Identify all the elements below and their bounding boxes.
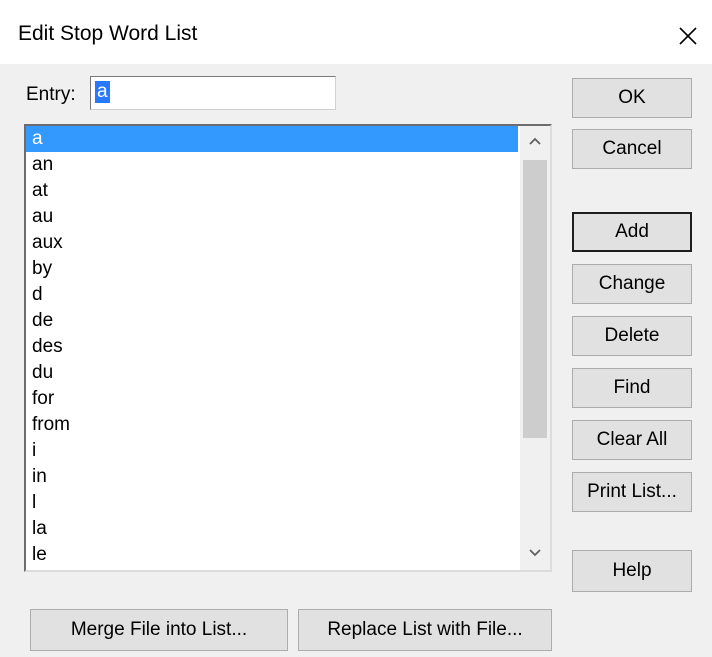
help-button[interactable]: Help bbox=[572, 550, 692, 592]
entry-value: a bbox=[95, 81, 110, 103]
list-item[interactable]: le bbox=[26, 542, 518, 568]
scroll-down-button[interactable] bbox=[520, 538, 550, 570]
list-item[interactable]: an bbox=[26, 152, 518, 178]
find-button[interactable]: Find bbox=[572, 368, 692, 408]
dialog-title: Edit Stop Word List bbox=[18, 22, 198, 45]
replace-list-button[interactable]: Replace List with File... bbox=[298, 609, 552, 651]
list-item[interactable]: i bbox=[26, 438, 518, 464]
close-icon bbox=[679, 27, 697, 45]
list-item[interactable]: au bbox=[26, 204, 518, 230]
list-item[interactable]: for bbox=[26, 386, 518, 412]
list-item[interactable]: by bbox=[26, 256, 518, 282]
list-item[interactable]: d bbox=[26, 282, 518, 308]
entry-field[interactable]: a bbox=[90, 76, 336, 110]
list-item[interactable]: a bbox=[26, 126, 518, 152]
list-item[interactable]: from bbox=[26, 412, 518, 438]
vertical-scrollbar[interactable] bbox=[520, 126, 550, 570]
edit-stop-word-list-dialog: Edit Stop Word List Entry: a a an at au aux b… bbox=[0, 0, 712, 657]
change-button[interactable]: Change bbox=[572, 264, 692, 304]
clear-all-button[interactable]: Clear All bbox=[572, 420, 692, 460]
stop-word-listbox[interactable]: a an at au aux by d de des du for from i in l la le bbox=[24, 124, 552, 572]
title-bar: Edit Stop Word List bbox=[0, 0, 712, 64]
delete-button[interactable]: Delete bbox=[572, 316, 692, 356]
list-item[interactable]: at bbox=[26, 178, 518, 204]
scroll-up-button[interactable] bbox=[520, 126, 550, 158]
merge-file-button[interactable]: Merge File into List... bbox=[30, 609, 288, 651]
close-button[interactable] bbox=[670, 18, 706, 54]
print-list-button[interactable]: Print List... bbox=[572, 472, 692, 512]
entry-label: Entry: bbox=[26, 84, 76, 105]
chevron-down-icon bbox=[529, 549, 541, 557]
list-item[interactable]: l bbox=[26, 490, 518, 516]
list-item[interactable]: in bbox=[26, 464, 518, 490]
ok-button[interactable]: OK bbox=[572, 78, 692, 118]
scroll-thumb[interactable] bbox=[523, 160, 547, 438]
stop-word-items: a an at au aux by d de des du for from i in l la le bbox=[26, 126, 518, 568]
list-item[interactable]: des bbox=[26, 334, 518, 360]
add-button[interactable]: Add bbox=[572, 212, 692, 252]
list-item[interactable]: aux bbox=[26, 230, 518, 256]
list-item[interactable]: la bbox=[26, 516, 518, 542]
list-item[interactable]: de bbox=[26, 308, 518, 334]
list-item[interactable]: du bbox=[26, 360, 518, 386]
cancel-button[interactable]: Cancel bbox=[572, 129, 692, 169]
chevron-up-icon bbox=[529, 137, 541, 145]
